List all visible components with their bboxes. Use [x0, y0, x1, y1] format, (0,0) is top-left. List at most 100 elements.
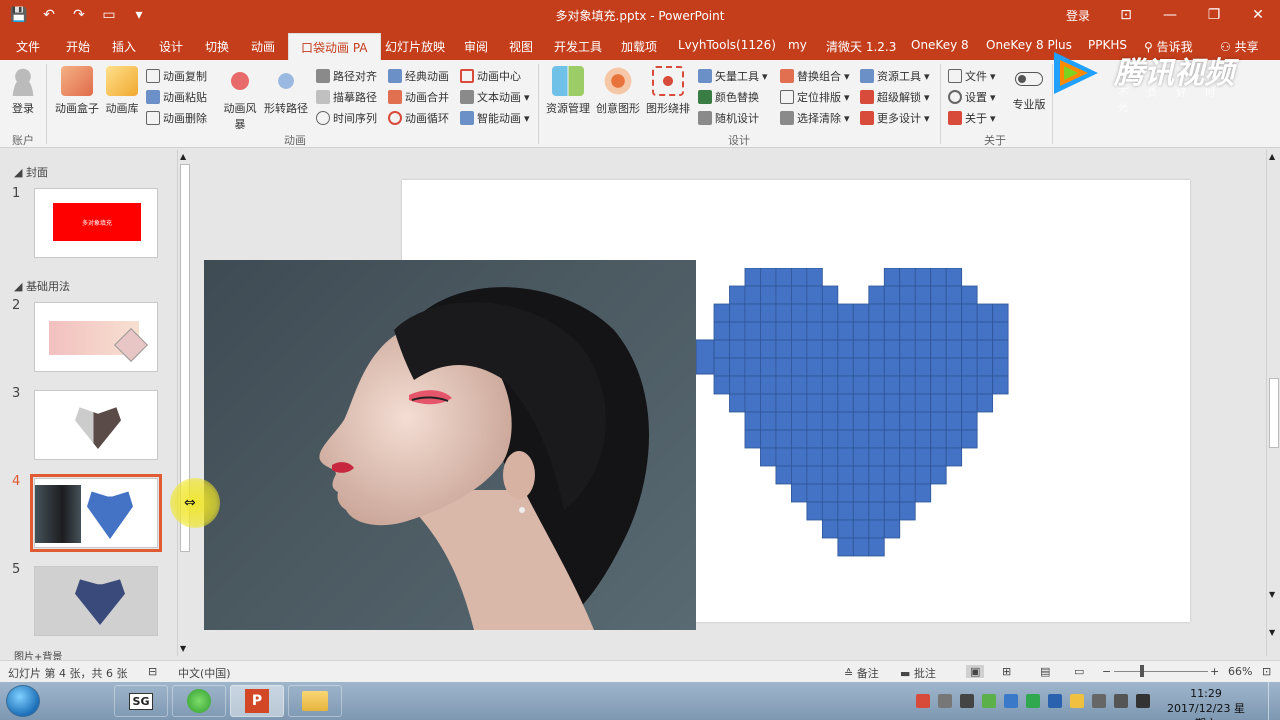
- heart-tile[interactable]: [945, 429, 963, 449]
- tray-360-icon[interactable]: [982, 694, 996, 708]
- system-clock[interactable]: 11:29 2017/12/23 星期六: [1166, 686, 1246, 720]
- comments-button[interactable]: ▬ 批注: [900, 665, 936, 681]
- heart-tile[interactable]: [976, 321, 994, 341]
- heart-tile[interactable]: [914, 429, 932, 449]
- tray-network-app-icon[interactable]: [1004, 694, 1018, 708]
- heart-tile[interactable]: [744, 285, 761, 305]
- heart-tile[interactable]: [899, 411, 916, 431]
- heart-tile[interactable]: [729, 339, 746, 359]
- heart-tile[interactable]: [791, 483, 808, 503]
- sorter-view-icon[interactable]: ⊞: [1002, 665, 1011, 678]
- heart-tile[interactable]: [930, 393, 947, 413]
- heart-tile[interactable]: [945, 285, 963, 305]
- heart-tile[interactable]: [821, 411, 839, 431]
- heart-tile[interactable]: [868, 411, 885, 431]
- tab-lvyhtools[interactable]: LvyhTools(1126): [678, 38, 776, 52]
- tray-cloud-icon[interactable]: [1070, 694, 1084, 708]
- tab-developer[interactable]: 开发工具: [554, 38, 602, 55]
- heart-tile[interactable]: [852, 393, 870, 413]
- network-icon[interactable]: [1136, 694, 1150, 708]
- heart-tile[interactable]: [992, 357, 1009, 377]
- heart-tile[interactable]: [696, 339, 715, 375]
- heart-tile[interactable]: [775, 321, 792, 341]
- zoom-in-icon[interactable]: +: [1210, 665, 1219, 678]
- heart-tile[interactable]: [791, 285, 808, 305]
- prev-slide-icon[interactable]: ▼: [1269, 590, 1275, 599]
- tab-pocket-animation[interactable]: 口袋动画 PA: [288, 33, 381, 60]
- heart-tile[interactable]: [852, 411, 870, 431]
- zoom-out-icon[interactable]: −: [1102, 665, 1111, 678]
- heart-tile[interactable]: [744, 321, 761, 341]
- heart-tile[interactable]: [760, 375, 777, 395]
- tab-onekey8[interactable]: OneKey 8: [911, 38, 969, 52]
- tray-bluetooth-icon[interactable]: [1048, 694, 1062, 708]
- heart-tile[interactable]: [899, 321, 916, 341]
- heart-tile[interactable]: [760, 411, 777, 431]
- heart-tile[interactable]: [852, 339, 870, 359]
- heart-tile[interactable]: [775, 357, 792, 377]
- canvas-scrollbar[interactable]: ▲ ▼ ▼: [1266, 150, 1280, 656]
- heart-tile[interactable]: [883, 375, 901, 395]
- heart-tile[interactable]: [852, 465, 870, 485]
- heart-tile[interactable]: [821, 285, 839, 305]
- heart-tile[interactable]: [775, 411, 792, 431]
- heart-tile[interactable]: [976, 339, 994, 359]
- heart-tile[interactable]: [821, 465, 839, 485]
- tab-home[interactable]: 开始: [66, 38, 90, 55]
- heart-tile[interactable]: [945, 375, 963, 395]
- heart-tile[interactable]: [883, 519, 901, 539]
- heart-tile[interactable]: [806, 303, 823, 323]
- spell-check-icon[interactable]: ⊟: [148, 665, 157, 678]
- heart-tile[interactable]: [868, 447, 885, 467]
- heart-tile[interactable]: [868, 285, 885, 305]
- heart-tile[interactable]: [899, 501, 916, 521]
- heart-tile[interactable]: [806, 411, 823, 431]
- heart-tile[interactable]: [760, 303, 777, 323]
- tab-animations[interactable]: 动画: [251, 38, 275, 55]
- heart-tile[interactable]: [775, 465, 792, 485]
- minimize-icon[interactable]: —: [1148, 0, 1192, 30]
- heart-tile[interactable]: [821, 339, 839, 359]
- merge-anim-button[interactable]: 动画合并: [388, 89, 449, 105]
- thumbnail-scrollbar[interactable]: ▲ ▼: [177, 150, 191, 656]
- heart-tile[interactable]: [883, 501, 901, 521]
- heart-tile[interactable]: [976, 303, 994, 323]
- slide-thumbnail-1[interactable]: 多对象填充: [34, 188, 158, 258]
- tab-qingweitian[interactable]: 清微天 1.2.3: [826, 38, 896, 55]
- windows-start-button[interactable]: [6, 685, 40, 717]
- random-design-button[interactable]: 随机设计: [698, 110, 759, 126]
- heart-tile[interactable]: [945, 268, 963, 287]
- heart-tile[interactable]: [930, 447, 947, 467]
- more-design-button[interactable]: 更多设计 ▾: [860, 110, 930, 126]
- heart-tile[interactable]: [868, 393, 885, 413]
- heart-tile[interactable]: [868, 375, 885, 395]
- heart-tile[interactable]: [883, 393, 901, 413]
- slideshow-view-icon[interactable]: ▭: [1074, 665, 1084, 678]
- heart-tile[interactable]: [775, 285, 792, 305]
- heart-tile[interactable]: [992, 321, 1009, 341]
- heart-tile[interactable]: [961, 375, 978, 395]
- settings-button[interactable]: 设置 ▾: [948, 89, 996, 105]
- heart-tile[interactable]: [914, 465, 932, 485]
- heart-tile[interactable]: [868, 465, 885, 485]
- heart-tile[interactable]: [899, 339, 916, 359]
- tab-addins[interactable]: 加载项: [621, 38, 657, 55]
- section-cover[interactable]: ◢ 封面: [14, 164, 48, 180]
- heart-tile[interactable]: [899, 357, 916, 377]
- heart-tile[interactable]: [713, 339, 730, 359]
- heart-tile[interactable]: [899, 393, 916, 413]
- file-menu-button[interactable]: 文件 ▾: [948, 68, 996, 84]
- heart-tile[interactable]: [821, 303, 839, 323]
- classic-anim-button[interactable]: 经典动画: [388, 68, 449, 84]
- tiled-heart-shape[interactable]: [696, 268, 1016, 568]
- heart-tile[interactable]: [868, 483, 885, 503]
- heart-tile[interactable]: [713, 303, 730, 323]
- heart-tile[interactable]: [791, 339, 808, 359]
- heart-tile[interactable]: [760, 339, 777, 359]
- trace-path-button[interactable]: 描摹路径: [316, 89, 377, 105]
- ribbon-display-icon[interactable]: ⊡: [1104, 0, 1148, 30]
- slide-thumbnail-4[interactable]: [30, 474, 162, 552]
- heart-tile[interactable]: [806, 339, 823, 359]
- heart-tile[interactable]: [899, 268, 916, 287]
- heart-tile[interactable]: [837, 537, 854, 557]
